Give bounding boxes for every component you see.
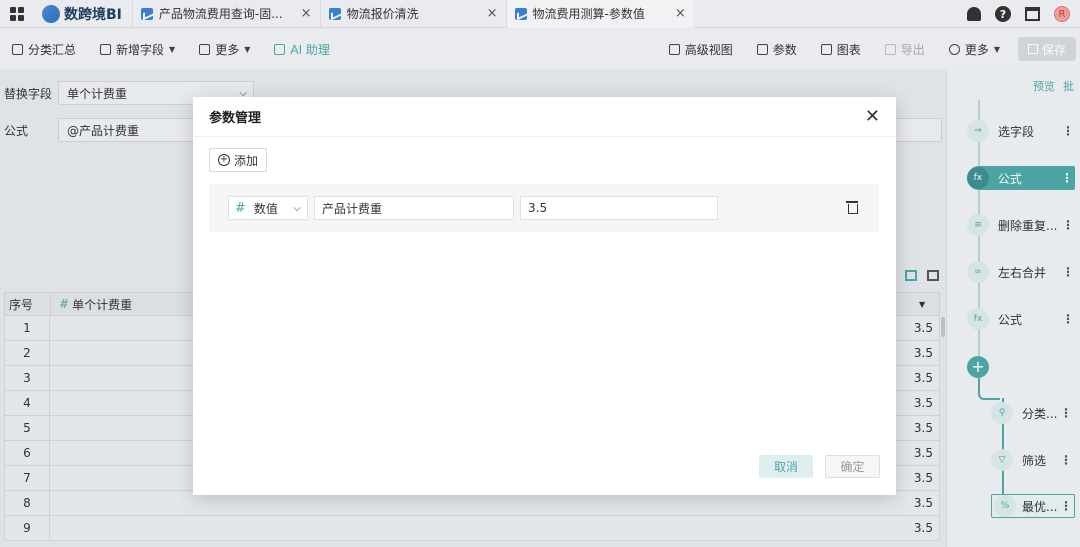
plus-circle-icon: + xyxy=(218,154,230,166)
param-name-input[interactable]: 产品计费重 xyxy=(314,196,514,220)
param-value-input[interactable]: 3.5 xyxy=(520,196,718,220)
dialog-title: 参数管理 xyxy=(209,111,262,126)
param-row: # 数值 ⌵ 产品计费重 3.5 xyxy=(209,184,879,232)
add-param-label: 添加 xyxy=(234,153,259,168)
cancel-button[interactable]: 取消 xyxy=(759,455,813,478)
add-param-button[interactable]: + 添加 xyxy=(209,148,268,172)
number-type-icon: # xyxy=(235,200,246,216)
param-type-select[interactable]: # 数值 ⌵ xyxy=(228,196,308,220)
param-type-value: 数值 xyxy=(253,201,278,216)
dialog-footer: 取消 确定 xyxy=(759,455,880,478)
confirm-button[interactable]: 确定 xyxy=(825,455,880,478)
trash-icon[interactable] xyxy=(846,201,858,214)
chevron-down-icon: ⌵ xyxy=(293,202,301,214)
dialog-header: 参数管理 ✕ xyxy=(193,97,896,137)
close-icon[interactable]: ✕ xyxy=(865,107,880,126)
param-manager-dialog: 参数管理 ✕ + 添加 # 数值 ⌵ 产品计费重 3.5 取消 确定 xyxy=(193,97,896,495)
